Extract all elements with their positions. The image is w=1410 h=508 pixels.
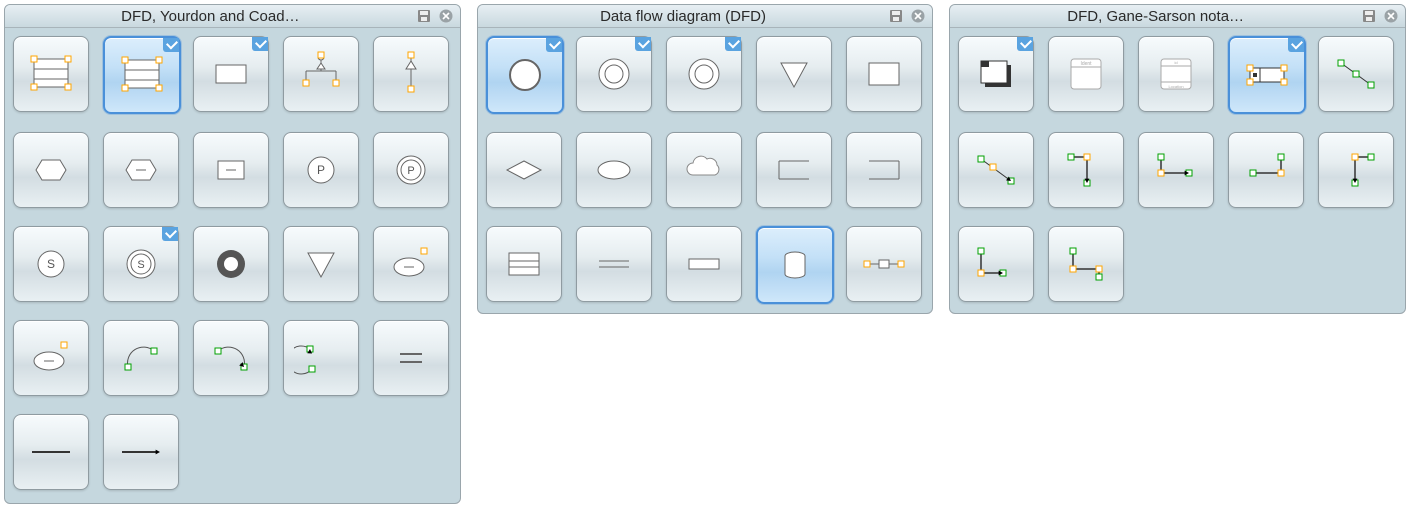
panel-body [478,28,933,312]
shape-df-cyl[interactable] [756,226,834,304]
panel-header: Data flow diagram (DFD) [478,5,933,28]
panel-title: DFD, Gane-Sarson nota… [956,8,1355,25]
expand-tag-icon[interactable] [162,227,178,241]
shape-yc-tree2[interactable] [373,36,449,112]
save-icon[interactable] [416,8,432,24]
shape-yc-class[interactable] [193,36,269,112]
shape-gs-conn4[interactable] [1138,132,1214,208]
shape-df-dcircle2[interactable] [666,36,742,112]
svg-text:S: S [47,257,55,271]
shape-yc-datastore1[interactable] [13,36,89,112]
shape-yc-datastore2[interactable] [103,36,181,114]
stencil-panel: DFD, Yourdon and Coad… P P S S [4,4,461,504]
shape-df-single-line[interactable] [666,226,742,302]
shape-yc-donut[interactable] [193,226,269,302]
shape-gs-conn3[interactable] [1048,132,1124,208]
shape-df-line-dot[interactable] [846,226,922,302]
svg-text:S: S [137,259,144,271]
panel-header: DFD, Yourdon and Coad… [5,5,460,28]
shape-yc-arc2[interactable] [193,320,269,396]
shape-yc-hex[interactable] [13,132,89,208]
svg-text:id: id [1175,60,1178,65]
save-icon[interactable] [888,8,904,24]
expand-tag-icon[interactable] [725,37,741,51]
expand-tag-icon[interactable] [546,38,562,52]
shape-df-dcircle1[interactable] [576,36,652,112]
panel-title: Data flow diagram (DFD) [484,8,883,25]
shape-yc-ellipse-dash[interactable] [373,226,449,302]
expand-tag-icon[interactable] [1017,37,1033,51]
shape-gs-conn6[interactable] [1318,132,1394,208]
svg-text:P: P [317,163,325,177]
shape-yc-tree1[interactable] [283,36,359,112]
shape-df-rect[interactable] [846,36,922,112]
shape-yc-circle-p[interactable]: P [283,132,359,208]
shape-yc-double-circle-s[interactable]: S [103,226,179,302]
close-icon[interactable] [910,8,926,24]
shape-yc-arc3[interactable] [283,320,359,396]
shape-df-circle[interactable] [486,36,564,114]
shape-gs-ds[interactable] [1228,36,1306,114]
expand-tag-icon[interactable] [163,38,179,52]
shape-df-ellipse[interactable] [576,132,652,208]
panel-body: Ident id Location [950,28,1405,310]
shape-df-openrect1[interactable] [756,132,832,208]
shape-yc-circle-s[interactable]: S [13,226,89,302]
stencil-panel: DFD, Gane-Sarson nota… Ident id Location [949,4,1406,314]
svg-text:Location: Location [1169,84,1184,89]
shape-yc-tri-down[interactable] [283,226,359,302]
shape-gs-conn1[interactable] [1318,36,1394,112]
shape-gs-conn7[interactable] [958,226,1034,302]
shape-df-double-line[interactable] [576,226,652,302]
shape-yc-hex-minus[interactable] [103,132,179,208]
shape-yc-equals[interactable] [373,320,449,396]
expand-tag-icon[interactable] [1288,38,1304,52]
shape-yc-line[interactable] [13,414,89,490]
close-icon[interactable] [1383,8,1399,24]
panel-title: DFD, Yourdon and Coad… [11,8,410,25]
shape-gs-conn8[interactable] [1048,226,1124,302]
expand-tag-icon[interactable] [635,37,651,51]
shape-yc-arc1[interactable] [103,320,179,396]
shape-yc-double-circle-p[interactable]: P [373,132,449,208]
expand-tag-icon[interactable] [252,37,268,51]
panel-body: P P S S [5,28,460,498]
shape-gs-proc1[interactable]: Ident [1048,36,1124,112]
shape-df-box-lines[interactable] [486,226,562,302]
shape-yc-arrow[interactable] [103,414,179,490]
close-icon[interactable] [438,8,454,24]
shape-df-tri[interactable] [756,36,832,112]
stencil-panel: Data flow diagram (DFD) [477,4,934,314]
panel-header: DFD, Gane-Sarson nota… [950,5,1405,28]
shape-gs-conn5[interactable] [1228,132,1304,208]
save-icon[interactable] [1361,8,1377,24]
svg-text:P: P [407,165,414,177]
shape-gs-ext[interactable] [958,36,1034,112]
shape-df-cloud[interactable] [666,132,742,208]
shape-df-openrect2[interactable] [846,132,922,208]
shape-gs-conn2[interactable] [958,132,1034,208]
svg-text:Ident: Ident [1081,61,1093,67]
shape-yc-rect-minus[interactable] [193,132,269,208]
shape-yc-ellipse-dash2[interactable] [13,320,89,396]
shape-df-diamond[interactable] [486,132,562,208]
shape-gs-proc2[interactable]: id Location [1138,36,1214,112]
